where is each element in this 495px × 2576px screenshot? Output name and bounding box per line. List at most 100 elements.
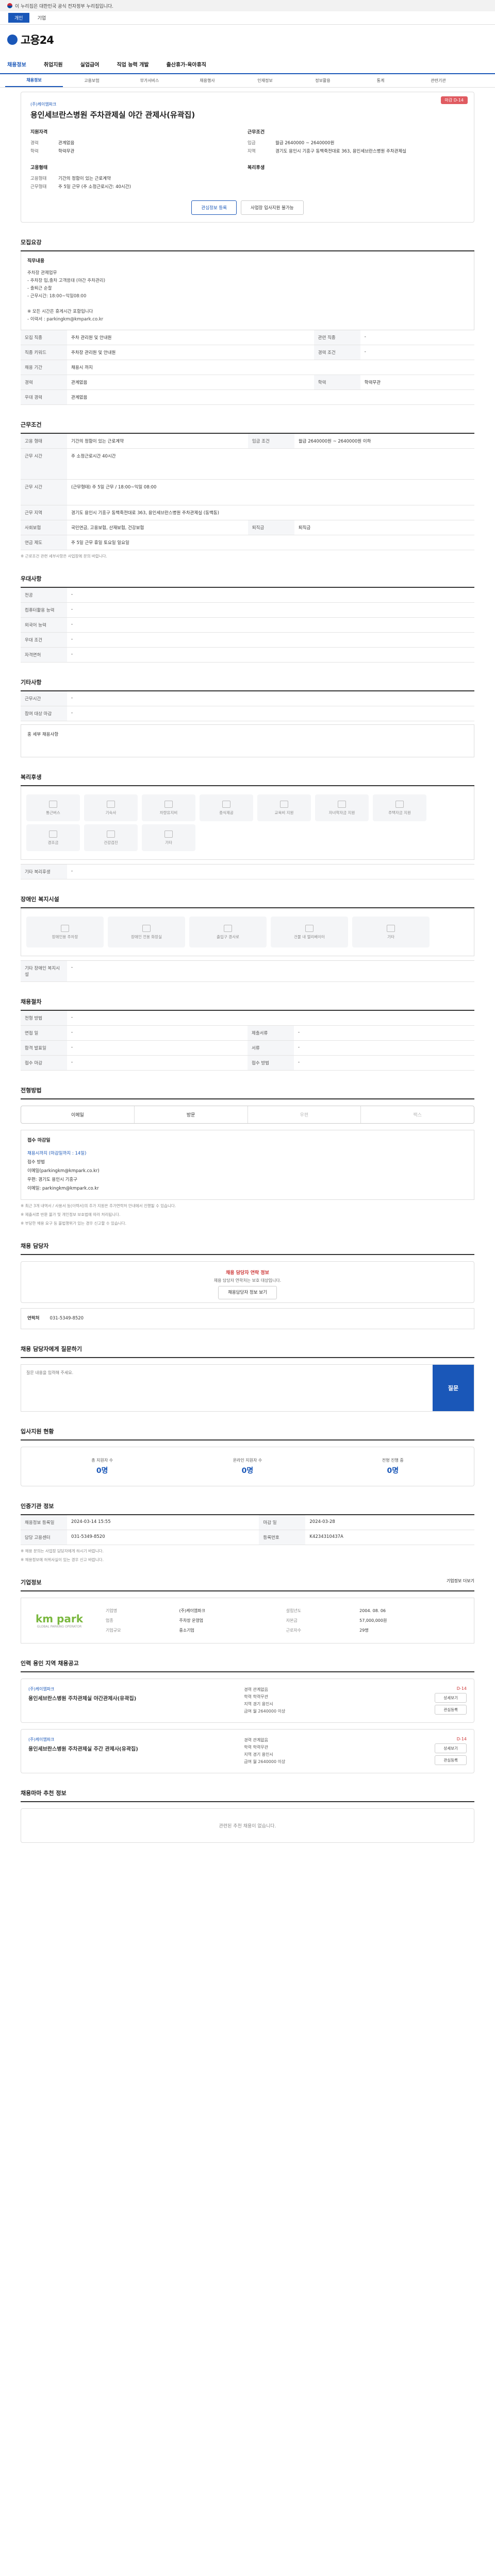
cell-label: 기타 복리후생 <box>21 864 67 879</box>
welfare-item-label: 주택자금 지원 <box>388 810 411 815</box>
gov-banner: 이 누리집은 대한민국 공식 전자정부 누리집입니다. <box>0 0 495 11</box>
cell-value: - <box>67 1011 474 1026</box>
cell-label: 전공 <box>21 588 67 603</box>
welfare-item: 자녀학자금 지원 <box>315 794 369 821</box>
facility-item: 출입구 경사로 <box>189 917 267 947</box>
cell-value: (근무형태) 주 5일 근무 / 18:00~익일 08:00 <box>67 479 474 505</box>
nav-training[interactable]: 직업 능력 개발 <box>117 60 148 68</box>
related-job-card[interactable]: (주)케이엠파크 용인세브란스병원 주차관제실 야간관제사(유곽집) 경력 관계… <box>21 1679 474 1723</box>
cell-value: 2004. 08. 06 <box>359 1608 386 1613</box>
company-name[interactable]: (주)케이엠파크 <box>30 101 465 107</box>
subtab-jobs[interactable]: 채용정보 <box>5 74 63 87</box>
subtab-agencies[interactable]: 관련기관 <box>409 78 467 83</box>
apply-email-button[interactable]: 이메일 <box>21 1106 135 1123</box>
subtab-services[interactable]: 부가서비스 <box>121 78 178 83</box>
related-interest-button[interactable]: 관심등록 <box>435 1705 467 1715</box>
apply-mail-button[interactable]: 우편 <box>248 1106 361 1123</box>
related-title[interactable]: 용인세브란스병원 주차관제실 야간관제사(유곽집) <box>28 1694 244 1702</box>
stat-label: 총 지원자 수 <box>91 1458 113 1463</box>
subtab-info[interactable]: 정보활용 <box>294 78 352 83</box>
nav-employment-support[interactable]: 취업지원 <box>44 60 63 68</box>
cell-label: 설립년도 <box>286 1608 302 1613</box>
cell-label: 경력 <box>21 375 67 390</box>
subtab-talent[interactable]: 인재정보 <box>236 78 294 83</box>
qualification-block: 지원자격 경력 관계없음 학력 학력무관 <box>30 128 248 156</box>
toilet-icon <box>142 924 151 932</box>
facility-label: 장애인 전용 화장실 <box>131 934 162 939</box>
related-company: (주)케이엠파크 <box>28 1737 55 1742</box>
stat-item: 총 지원자 수 0명 <box>91 1458 113 1476</box>
stat-value: 0명 <box>387 1467 399 1475</box>
welfare-item: 통근버스 <box>26 794 80 821</box>
nav-jobs[interactable]: 채용정보 <box>7 60 26 68</box>
cell-value: 경기도 용인시 기흥구 동백죽전대로 363, 용인세브란스병원 주차관제실 (… <box>67 505 474 520</box>
cond-label: 임금 <box>248 141 256 146</box>
form-title: 고용형태 <box>30 165 48 171</box>
cell-value: - <box>67 706 474 721</box>
cell-value: (주)케이엠파크 <box>179 1608 205 1613</box>
form-label: 근무형태 <box>30 184 47 190</box>
related-job-card[interactable]: (주)케이엠파크 용인세브란스병원 주차관제실 주간 관제사(유곽집) 경력 관… <box>21 1729 474 1773</box>
cell-value: 2024-03-14 15:55 <box>67 1515 259 1530</box>
apply-disabled-button[interactable]: 사업장 입사지원 불가능 <box>241 200 304 215</box>
related-jobs-section: 인력 용인 지역 채용공고 (주)케이엠파크 용인세브란스병원 주차관제실 야간… <box>0 1659 495 1773</box>
job-summary-card: 마감 D-14 (주)케이엠파크 용인세브란스병원 주차관제실 야간 관제사(유… <box>21 92 474 223</box>
qualification-title: 지원자격 <box>30 130 48 135</box>
cell-value: 퇴직금 <box>294 520 474 535</box>
cond-label: 지역 <box>248 149 256 154</box>
dday-badge: 마감 D-14 <box>440 96 468 104</box>
tel-label: 연락처 <box>27 1316 40 1321</box>
contact-line: 이메일: parkingkm@kmpark.co.kr <box>27 1186 99 1191</box>
nav-unemployment-benefit[interactable]: 실업급여 <box>80 60 100 68</box>
welfare-item: 차량유지비 <box>142 794 195 821</box>
related-info: 학력 학력무관 <box>244 1745 268 1750</box>
cell-value: 국민연금, 고용보험, 산재보험, 건강보험 <box>67 520 248 535</box>
show-manager-button[interactable]: 채용담당자 정보 보기 <box>218 1286 277 1299</box>
qna-submit-button[interactable]: 질문 <box>433 1365 474 1411</box>
apply-contact-box: 접수 마감일 채용시까지 (마감일까지 : 14일) 접수 방법 이메일(par… <box>21 1130 474 1200</box>
cell-label: 근무시간 <box>21 691 67 706</box>
apply-fax-button[interactable]: 팩스 <box>361 1106 474 1123</box>
other-section: 기타사항 근무시간 - 참여 대상 마감 - 홍 세부 채용사항 <box>0 678 495 757</box>
qual-value: 학력무관 <box>58 149 75 154</box>
job-desc-text: 주차장 관제업무 - 주차장 입,출차 고객응대 (야간 주차관리) - 출퇴근… <box>27 270 106 322</box>
cell-label: 근무 시간 <box>21 479 67 505</box>
stat-label: 전형 진행 중 <box>382 1458 404 1463</box>
sub-nav: 채용정보 고용보험 부가서비스 채용행사 인재정보 정보활용 통계 관련기관 <box>0 74 495 88</box>
nav-parental-leave[interactable]: 출산휴가·육아휴직 <box>167 60 206 68</box>
related-interest-button[interactable]: 관심등록 <box>435 1755 467 1765</box>
interest-register-button[interactable]: 관심정보 등록 <box>191 200 237 215</box>
welfare-item-label: 기타 <box>165 840 172 845</box>
cell-label: 제출서류 <box>248 1025 294 1041</box>
subtab-stats[interactable]: 통계 <box>352 78 409 83</box>
recommend-empty: 관련된 추천 채용이 없습니다. <box>21 1808 474 1843</box>
qna-section: 채용 담당자에게 질문하기 질문 <box>0 1345 495 1412</box>
subtab-events[interactable]: 채용행사 <box>178 78 236 83</box>
company-more-link[interactable]: 기업정보 더보기 <box>447 1578 474 1586</box>
stat-value: 0명 <box>241 1467 254 1475</box>
cell-value: 2024-03-28 <box>305 1515 474 1530</box>
gift-icon <box>49 830 57 838</box>
related-detail-button[interactable]: 상세보기 <box>435 1693 467 1703</box>
cell-value: - <box>67 1055 248 1071</box>
section-title: 장애인 복지시설 <box>21 895 474 908</box>
dormitory-icon <box>107 800 115 808</box>
cell-value: 57,000,000원 <box>359 1618 387 1623</box>
cell-label: 기업명 <box>106 1608 118 1613</box>
subtab-insurance[interactable]: 고용보험 <box>63 78 121 83</box>
cell-label: 사회보험 <box>21 520 67 535</box>
tab-personal[interactable]: 개인 <box>8 13 29 23</box>
section-title: 모집요강 <box>21 238 474 251</box>
contact-title: 접수 마감일 <box>27 1138 51 1143</box>
cell-value: 주 소정근로시간 40시간 <box>67 448 474 480</box>
cell-value: - <box>294 1040 474 1056</box>
related-title[interactable]: 용인세브란스병원 주차관제실 주간 관제사(유곽집) <box>28 1744 244 1752</box>
header-logo[interactable]: 고용24 <box>0 25 495 55</box>
tab-company[interactable]: 기업 <box>31 13 53 23</box>
related-detail-button[interactable]: 상세보기 <box>435 1743 467 1753</box>
cell-label: 컴퓨터활용 능력 <box>21 602 67 618</box>
cell-label: 참여 대상 마감 <box>21 706 67 721</box>
qna-textarea[interactable] <box>21 1365 433 1411</box>
elevator-icon <box>305 924 314 932</box>
apply-visit-button[interactable]: 방문 <box>135 1106 248 1123</box>
